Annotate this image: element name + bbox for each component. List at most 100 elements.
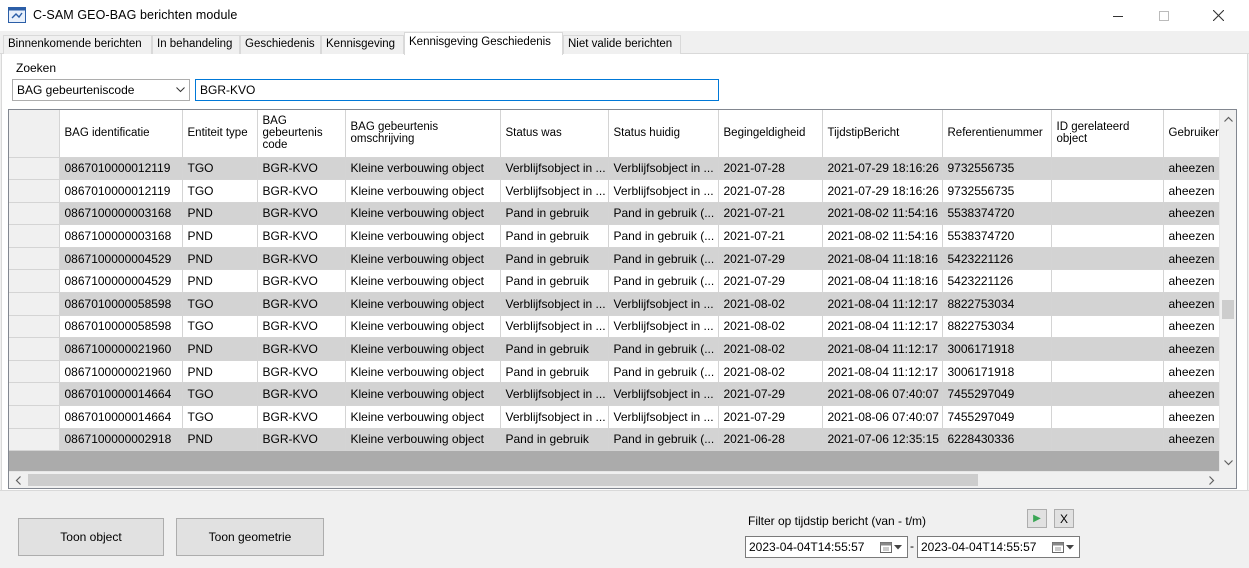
results-grid[interactable]: BAG identificatie Entiteit type BAG gebe… [8, 109, 1237, 489]
table-cell[interactable] [1051, 179, 1164, 203]
table-cell[interactable]: Kleine verbouwing object [345, 202, 501, 226]
scroll-left-icon[interactable] [9, 472, 26, 488]
scroll-down-icon[interactable] [1220, 454, 1236, 471]
tab-geschiedenis[interactable]: Geschiedenis [240, 35, 321, 54]
table-cell[interactable]: 3006171918 [942, 360, 1052, 384]
table-cell[interactable]: 5423221126 [942, 269, 1052, 294]
row-header[interactable] [9, 292, 60, 316]
table-cell[interactable]: 0867010000012119 [59, 157, 183, 181]
table-row[interactable]: 0867010000058598 TGO BGR-KVO Kleine verbouw… [9, 292, 1220, 316]
table-cell[interactable]: 2021-08-02 [718, 292, 823, 316]
table-cell[interactable]: Pand in gebruik [500, 337, 609, 361]
table-cell[interactable]: 0867010000012119 [59, 179, 183, 203]
table-cell[interactable]: 2021-07-29 [718, 382, 823, 407]
close-button[interactable] [1195, 0, 1241, 31]
chevron-down-icon[interactable] [171, 80, 189, 100]
table-cell[interactable] [1051, 157, 1164, 181]
table-cell[interactable]: Kleine verbouwing object [345, 179, 501, 203]
table-cell[interactable]: 2021-08-04 11:18:16 [822, 247, 943, 271]
table-cell[interactable]: aheezen [1163, 292, 1220, 316]
table-cell[interactable]: Pand in gebruik (... [608, 247, 719, 271]
table-cell[interactable]: 0867010000014664 [59, 405, 183, 429]
row-header[interactable] [9, 360, 60, 384]
table-cell[interactable]: Pand in gebruik [500, 202, 609, 226]
row-header[interactable] [9, 382, 60, 407]
table-cell[interactable]: Verblijfsobject in ... [608, 382, 719, 407]
table-cell[interactable]: 2021-08-04 11:18:16 [822, 269, 943, 294]
table-cell[interactable] [1051, 428, 1164, 452]
table-cell[interactable]: Kleine verbouwing object [345, 428, 501, 452]
table-cell[interactable]: BGR-KVO [257, 157, 346, 181]
table-cell[interactable]: aheezen [1163, 405, 1220, 429]
table-cell[interactable]: BGR-KVO [257, 315, 346, 339]
table-cell[interactable]: 2021-07-29 [718, 269, 823, 294]
table-cell[interactable] [1051, 360, 1164, 384]
table-cell[interactable]: BGR-KVO [257, 337, 346, 361]
column-header-bag-identificatie[interactable]: BAG identificatie [59, 110, 183, 158]
show-geometry-button[interactable]: Toon geometrie [176, 518, 324, 556]
table-row[interactable]: 0867100000003168 PND BGR-KVO Kleine verbouw… [9, 202, 1220, 226]
table-cell[interactable]: aheezen [1163, 315, 1220, 339]
row-header[interactable] [9, 428, 60, 452]
table-cell[interactable]: aheezen [1163, 337, 1220, 361]
row-header[interactable] [9, 224, 60, 248]
table-cell[interactable]: TGO [182, 157, 258, 181]
table-cell[interactable]: Pand in gebruik (... [608, 269, 719, 294]
table-cell[interactable]: Kleine verbouwing object [345, 382, 501, 407]
table-cell[interactable]: BGR-KVO [257, 292, 346, 316]
table-cell[interactable]: Verblijfsobject in ... [608, 315, 719, 339]
table-cell[interactable]: 0867100000002918 [59, 428, 183, 452]
search-field-select[interactable]: BAG gebeurteniscode [12, 79, 190, 101]
table-cell[interactable]: Pand in gebruik (... [608, 428, 719, 452]
table-cell[interactable]: BGR-KVO [257, 224, 346, 248]
column-header-bag-gebeurtenis-omschrijving[interactable]: BAG gebeurtenis omschrijving [345, 110, 501, 158]
table-cell[interactable] [1051, 269, 1164, 294]
table-cell[interactable]: BGR-KVO [257, 428, 346, 452]
row-header[interactable] [9, 202, 60, 226]
row-header[interactable] [9, 247, 60, 271]
table-cell[interactable]: aheezen [1163, 360, 1220, 384]
table-cell[interactable]: Kleine verbouwing object [345, 292, 501, 316]
table-cell[interactable]: PND [182, 337, 258, 361]
table-cell[interactable] [1051, 382, 1164, 407]
tab-niet-valide-berichten[interactable]: Niet valide berichten [563, 35, 681, 54]
table-cell[interactable]: aheezen [1163, 157, 1220, 181]
table-cell[interactable] [1051, 315, 1164, 339]
row-header[interactable] [9, 337, 60, 361]
table-cell[interactable]: Verblijfsobject in ... [608, 292, 719, 316]
table-row[interactable]: 0867100000003168 PND BGR-KVO Kleine verbouw… [9, 224, 1220, 248]
table-cell[interactable]: 2021-07-28 [718, 157, 823, 181]
column-header-tijdstip-bericht[interactable]: TijdstipBericht [822, 110, 943, 158]
table-cell[interactable]: Pand in gebruik [500, 269, 609, 294]
table-cell[interactable]: 2021-08-02 11:54:16 [822, 202, 943, 226]
show-object-button[interactable]: Toon object [18, 518, 164, 556]
table-cell[interactable]: Pand in gebruik [500, 224, 609, 248]
table-cell[interactable] [1051, 337, 1164, 361]
row-header[interactable] [9, 179, 60, 203]
table-cell[interactable]: BGR-KVO [257, 269, 346, 294]
table-cell[interactable]: 2021-08-02 11:54:16 [822, 224, 943, 248]
table-cell[interactable]: TGO [182, 405, 258, 429]
table-cell[interactable]: 0867010000058598 [59, 315, 183, 339]
table-cell[interactable]: Pand in gebruik [500, 360, 609, 384]
table-cell[interactable]: 2021-08-04 11:12:17 [822, 360, 943, 384]
table-cell[interactable]: 2021-08-02 [718, 360, 823, 384]
row-header[interactable] [9, 157, 60, 181]
table-cell[interactable]: Pand in gebruik [500, 247, 609, 271]
table-cell[interactable]: 7455297049 [942, 405, 1052, 429]
table-cell[interactable]: Pand in gebruik (... [608, 202, 719, 226]
table-cell[interactable]: 2021-08-06 07:40:07 [822, 382, 943, 407]
table-cell[interactable]: PND [182, 360, 258, 384]
table-cell[interactable]: Pand in gebruik [500, 428, 609, 452]
scroll-up-icon[interactable] [1220, 110, 1236, 127]
table-cell[interactable]: 8822753034 [942, 315, 1052, 339]
table-cell[interactable]: 0867100000021960 [59, 360, 183, 384]
table-cell[interactable]: 0867100000003168 [59, 224, 183, 248]
table-cell[interactable]: Verblijfsobject in ... [500, 179, 609, 203]
column-header-begingeldigheid[interactable]: Begingeldigheid [718, 110, 823, 158]
table-cell[interactable]: 6228430336 [942, 428, 1052, 452]
table-cell[interactable]: 2021-06-28 [718, 428, 823, 452]
table-cell[interactable]: Kleine verbouwing object [345, 157, 501, 181]
table-cell[interactable]: 2021-08-02 [718, 337, 823, 361]
calendar-icon[interactable] [1052, 540, 1076, 554]
